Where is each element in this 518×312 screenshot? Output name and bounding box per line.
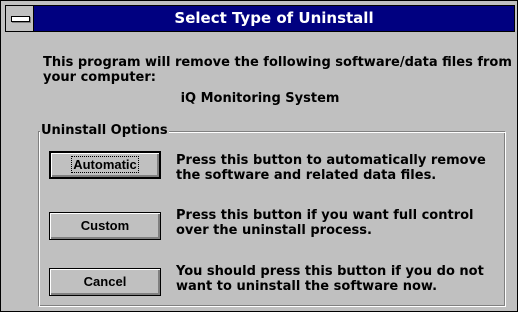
custom-description: Press this button if you want full contr… bbox=[176, 208, 474, 238]
automatic-button[interactable]: Automatic bbox=[49, 151, 161, 179]
automatic-button-label: Automatic bbox=[71, 156, 139, 173]
cancel-button-label: Cancel bbox=[83, 274, 127, 289]
cancel-button[interactable]: Cancel bbox=[49, 268, 161, 296]
custom-button-label: Custom bbox=[80, 218, 130, 233]
cancel-description: You should press this button if you do n… bbox=[176, 264, 484, 294]
system-menu-button[interactable] bbox=[6, 6, 34, 31]
window-title: Select Type of Uninstall bbox=[174, 9, 374, 27]
automatic-description: Press this button to automatically remov… bbox=[176, 153, 486, 183]
product-name: iQ Monitoring System bbox=[180, 91, 340, 106]
group-label: Uninstall Options bbox=[40, 123, 169, 139]
system-menu-icon bbox=[11, 16, 30, 22]
uninstall-dialog: Select Type of Uninstall This program wi… bbox=[0, 0, 518, 312]
title-bar[interactable]: Select Type of Uninstall bbox=[5, 5, 515, 32]
custom-button[interactable]: Custom bbox=[49, 212, 161, 240]
description-text: This program will remove the following s… bbox=[43, 55, 512, 85]
